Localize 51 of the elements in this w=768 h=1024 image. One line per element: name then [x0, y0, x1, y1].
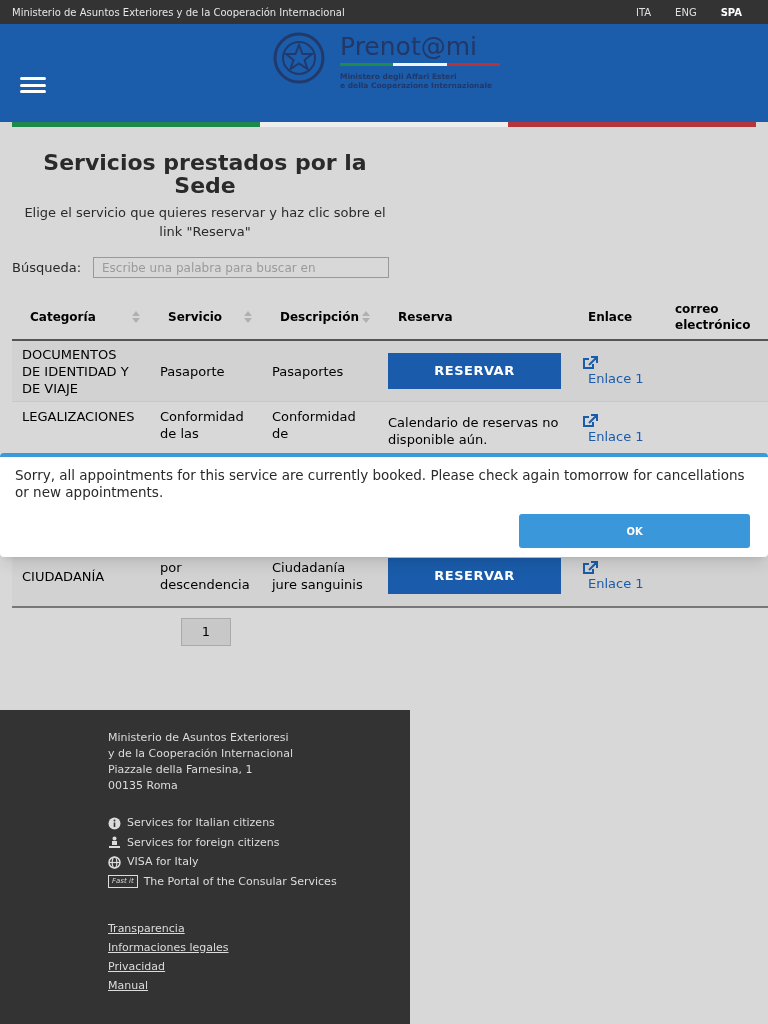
page-title: Servicios prestados por la Sede: [42, 151, 368, 197]
address-line: Ministerio de Asuntos Exterioresi: [108, 730, 290, 746]
language-link[interactable]: ITA: [635, 4, 652, 20]
table-cell-text: Pasaporte: [160, 362, 226, 380]
footer-link[interactable]: Informaciones legales: [108, 940, 229, 956]
menu-icon[interactable]: [20, 77, 46, 93]
footer-link[interactable]: The Portal of the Consular Services: [143, 873, 337, 890]
link[interactable]: Enlace 1: [582, 369, 665, 387]
logo-title: Prenot@mi: [340, 32, 478, 62]
footer-link[interactable]: VISA for Italy: [127, 854, 199, 871]
table-cell-text: Ciudadanía jure sanguinis: [272, 559, 364, 593]
external-link-icon[interactable]: [582, 560, 598, 575]
link[interactable]: Enlace 1: [582, 428, 665, 445]
footer-link[interactable]: Manual: [108, 978, 148, 994]
globe-icon: [108, 855, 121, 869]
column-header[interactable]: Descripción: [262, 294, 380, 339]
table-cell-text: Conformidad de las: [160, 408, 245, 442]
address-line: Piazzale della Farnesina, 1: [108, 762, 254, 778]
footer-link[interactable]: Transparencia: [108, 921, 185, 937]
external-link-icon[interactable]: [582, 355, 598, 370]
reserve-button[interactable]: RESERVAR: [388, 558, 561, 594]
table-cell-text: DOCUMENTOS DE IDENTIDAD Y DE VIAJE: [22, 345, 130, 397]
table-cell-text: Pasaportes: [272, 362, 345, 380]
address-line: 00135 Roma: [108, 778, 179, 794]
page-button[interactable]: 1: [181, 618, 231, 646]
info-icon: [108, 816, 121, 830]
column-header[interactable]: Enlace: [570, 294, 665, 339]
external-link-icon[interactable]: [582, 414, 598, 428]
column-header[interactable]: correo electrónico: [665, 294, 756, 339]
footer-link[interactable]: Services for foreign citizens: [127, 834, 280, 851]
language-link[interactable]: SPA: [720, 4, 742, 20]
footer-link[interactable]: Services for Italian citizens: [127, 815, 275, 832]
ministry-name: Ministerio de Asuntos Exteriores y de la Cooperación Internacional: [12, 5, 345, 20]
table-cell-text: CIUDADANÍA: [22, 567, 106, 585]
table-cell-text: Calendario de reservas no disponible aún.: [388, 414, 560, 448]
link[interactable]: Enlace 1: [582, 574, 665, 592]
language-link[interactable]: ENG: [675, 4, 697, 20]
search-field[interactable]: Escribe una palabra para buscar en: [93, 257, 390, 278]
intro-text: Elige el servicio que quieres reservar y haz clic sobre el link "Reserva": [23, 204, 387, 241]
person-icon: [108, 836, 121, 850]
table-cell-text: Conformidad de: [272, 408, 357, 442]
column-header[interactable]: Servicio: [150, 294, 262, 339]
column-header[interactable]: Reserva: [380, 294, 570, 339]
footer-link[interactable]: Privacidad: [108, 959, 166, 975]
dialog-message: Sorry, all appointments for this service are currently booked. Please check again tomorrow for cancellations or new appointments.: [14, 466, 746, 501]
column-header[interactable]: Categoría: [12, 294, 150, 339]
reserve-button[interactable]: RESERVAR: [388, 353, 561, 389]
table-cell-text: por descendencia: [160, 559, 251, 593]
address-line: y de la Cooperación Internacional: [108, 746, 294, 762]
search-label: Búsqueda:: [12, 258, 82, 277]
table-cell-text: LEGALIZACIONES: [22, 408, 136, 425]
